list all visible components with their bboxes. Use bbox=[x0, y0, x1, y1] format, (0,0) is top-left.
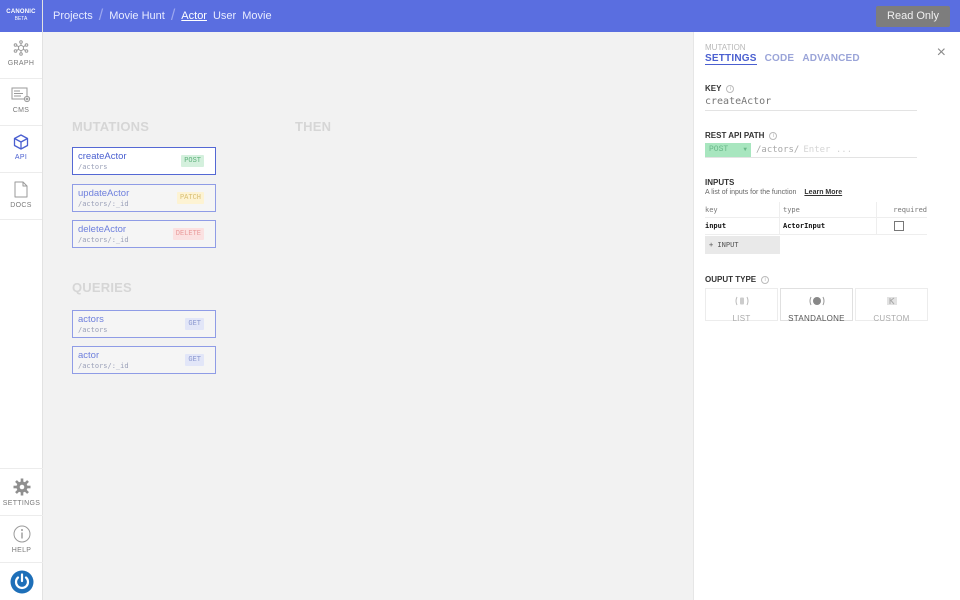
add-input-button[interactable]: + INPUT bbox=[705, 236, 780, 254]
column-header-key: key bbox=[705, 205, 718, 214]
input-key-cell[interactable]: input bbox=[705, 222, 779, 230]
sidebar-item-cms[interactable]: CMS bbox=[0, 79, 42, 126]
info-icon[interactable]: i bbox=[769, 131, 778, 140]
sidebar-item-label: CMS bbox=[12, 107, 30, 114]
output-type-options: LIST STANDALONE CUSTOM bbox=[705, 288, 930, 323]
sidebar-item-label: SETTINGS bbox=[2, 500, 41, 507]
input-type-cell[interactable]: ActorInput bbox=[779, 218, 876, 234]
docs-icon bbox=[14, 181, 28, 198]
sidebar-item-label: DOCS bbox=[10, 202, 32, 209]
endpoint-card-update-actor[interactable]: updateActor /actors/:_id PATCH bbox=[72, 184, 216, 212]
then-title: THEN bbox=[295, 119, 332, 134]
rest-api-path-label: REST API PATH bbox=[705, 131, 765, 140]
output-type-label: STANDALONE bbox=[788, 314, 845, 323]
input-required-cell bbox=[876, 218, 927, 234]
sidebar-item-label: API bbox=[14, 154, 28, 161]
tab-code[interactable]: CODE bbox=[765, 53, 795, 65]
brand-name: CANONIC bbox=[6, 9, 36, 15]
read-only-button[interactable]: Read Only bbox=[876, 6, 950, 27]
inputs-description: A list of inputs for the function Learn … bbox=[705, 189, 842, 196]
brand-tag: BETA bbox=[14, 16, 28, 22]
sidebar-item-docs[interactable]: DOCS bbox=[0, 173, 42, 220]
panel-type-label: MUTATION bbox=[705, 43, 746, 52]
api-cube-icon bbox=[13, 134, 29, 150]
inputs-table: key type required input ActorInput bbox=[705, 202, 927, 235]
info-icon[interactable]: i bbox=[761, 275, 770, 284]
sidebar: CANONIC BETA GRAPH CMS API DOCS SETTINGS… bbox=[0, 0, 43, 600]
top-bar: Projects / Movie Hunt / Actor User Movie… bbox=[43, 0, 960, 32]
power-logo-icon bbox=[10, 570, 33, 593]
rest-path-input[interactable]: Enter ... bbox=[803, 145, 852, 155]
rest-label-row: REST API PATH i bbox=[705, 131, 778, 140]
method-badge: DELETE bbox=[172, 228, 204, 240]
sidebar-item-help[interactable]: HELP bbox=[0, 515, 43, 562]
column-header-type: type bbox=[779, 202, 876, 217]
panel-tabs: SETTINGS CODE ADVANCED bbox=[705, 53, 868, 65]
output-type-label: LIST bbox=[732, 314, 751, 323]
sidebar-item-api[interactable]: API bbox=[0, 126, 42, 173]
key-label: KEY bbox=[705, 84, 722, 93]
output-type-custom[interactable]: CUSTOM bbox=[855, 288, 928, 323]
endpoint-card-delete-actor[interactable]: deleteActor /actors/:_id DELETE bbox=[72, 220, 216, 248]
help-icon bbox=[13, 525, 30, 543]
rest-api-path-row: POST ▼ /actors/ Enter ... bbox=[705, 143, 917, 158]
inputs-description-text: A list of inputs for the function bbox=[705, 189, 797, 196]
tab-advanced[interactable]: ADVANCED bbox=[802, 53, 860, 65]
sidebar-bottom: SETTINGS HELP bbox=[0, 468, 43, 600]
queries-title: QUERIES bbox=[72, 280, 132, 295]
output-type-label-row: OUPUT TYPE i bbox=[705, 275, 770, 284]
custom-icon bbox=[886, 297, 897, 305]
rest-path-prefix: /actors/ bbox=[756, 145, 800, 155]
cms-icon bbox=[11, 87, 31, 103]
sidebar-item-settings[interactable]: SETTINGS bbox=[0, 468, 43, 515]
output-type-list[interactable]: LIST bbox=[705, 288, 778, 323]
method-badge: PATCH bbox=[176, 192, 204, 204]
graph-icon bbox=[13, 40, 29, 56]
tab-settings[interactable]: SETTINGS bbox=[705, 53, 757, 65]
breadcrumb-separator: / bbox=[170, 7, 176, 24]
breadcrumb-separator: / bbox=[98, 7, 104, 24]
key-input[interactable]: createActor bbox=[705, 96, 917, 111]
mutations-title: MUTATIONS bbox=[72, 119, 150, 134]
standalone-icon bbox=[809, 296, 824, 306]
tab-actor[interactable]: Actor bbox=[181, 10, 207, 22]
output-type-label: OUPUT TYPE bbox=[705, 275, 757, 284]
key-label-row: KEY i bbox=[705, 84, 735, 93]
output-type-standalone[interactable]: STANDALONE bbox=[780, 288, 853, 323]
sidebar-item-label: HELP bbox=[11, 547, 32, 554]
sidebar-item-label: GRAPH bbox=[7, 60, 35, 67]
endpoint-card-actors[interactable]: actors /actors GET bbox=[72, 310, 216, 338]
breadcrumb-project[interactable]: Movie Hunt bbox=[109, 10, 165, 22]
tab-movie[interactable]: Movie bbox=[242, 10, 271, 22]
sidebar-item-graph[interactable]: GRAPH bbox=[0, 32, 42, 79]
inputs-label: INPUTS bbox=[705, 178, 735, 187]
list-icon bbox=[735, 296, 748, 306]
table-row[interactable]: input ActorInput bbox=[705, 218, 927, 235]
required-checkbox[interactable] bbox=[894, 221, 904, 231]
output-type-label: CUSTOM bbox=[873, 314, 910, 323]
user-avatar[interactable] bbox=[0, 562, 43, 600]
method-select-value: POST bbox=[709, 145, 729, 154]
learn-more-link[interactable]: Learn More bbox=[804, 189, 842, 196]
endpoint-card-actor[interactable]: actor /actors/:_id GET bbox=[72, 346, 216, 374]
method-select[interactable]: POST ▼ bbox=[705, 143, 751, 157]
close-icon[interactable]: × bbox=[937, 45, 946, 61]
method-badge: GET bbox=[185, 354, 204, 366]
breadcrumb-projects[interactable]: Projects bbox=[53, 10, 93, 22]
tab-user[interactable]: User bbox=[213, 10, 236, 22]
column-header-required: required bbox=[876, 202, 927, 217]
method-badge: POST bbox=[181, 155, 204, 167]
gear-icon bbox=[13, 478, 30, 496]
method-badge: GET bbox=[185, 318, 204, 330]
brand-logo[interactable]: CANONIC BETA bbox=[0, 0, 42, 32]
table-header-row: key type required bbox=[705, 202, 927, 218]
chevron-down-icon: ▼ bbox=[743, 146, 747, 153]
info-icon[interactable]: i bbox=[726, 84, 735, 93]
endpoint-card-create-actor[interactable]: createActor /actors POST bbox=[72, 147, 216, 175]
settings-panel: MUTATION SETTINGS CODE ADVANCED × KEY i … bbox=[693, 32, 960, 600]
